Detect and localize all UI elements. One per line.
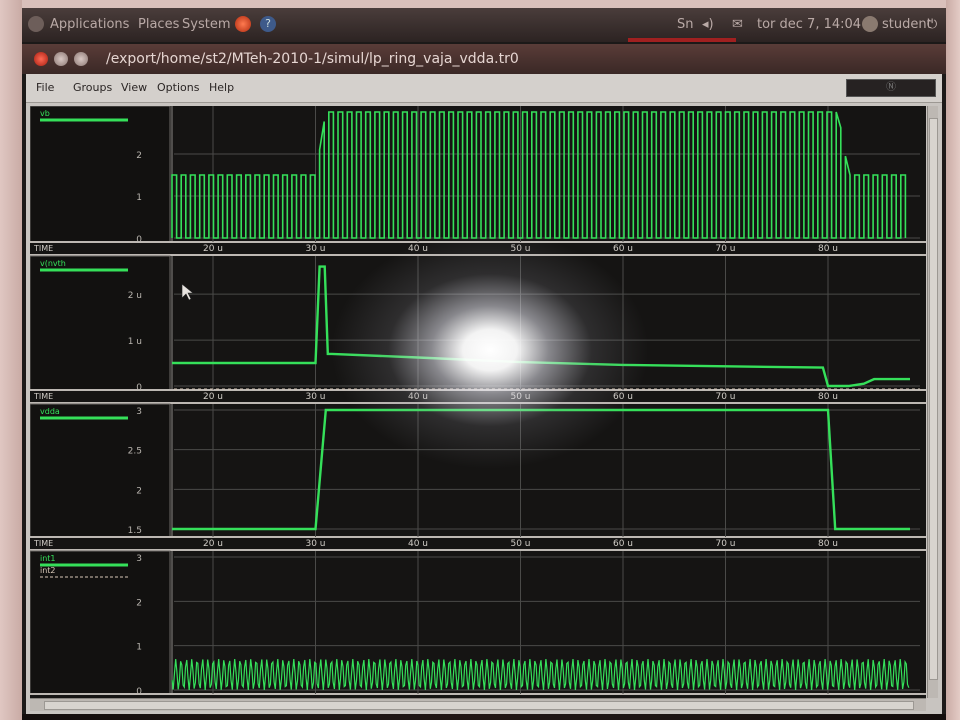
x-tick-label: 70 u: [715, 392, 735, 402]
window-title: /export/home/st2/MTeh-2010-1/simul/lp_ri…: [106, 51, 519, 67]
x-tick-label: 50 u: [510, 392, 530, 402]
x-tick-label: 20 u: [203, 392, 223, 402]
window-titlebar[interactable]: /export/home/st2/MTeh-2010-1/simul/lp_ri…: [22, 44, 946, 74]
waveform-svg: 2 1 0 vb TIME 20 u 30 u 40 u 50 u 60 u 70 u 80 u 2 u…: [30, 106, 926, 697]
trace-vb: [171, 111, 907, 239]
x-tick-label: 50 u: [510, 539, 530, 549]
y-tick-label: 0: [136, 235, 142, 245]
legend-label: vdda: [40, 407, 60, 416]
y-tick-label: 2 u: [128, 291, 142, 301]
menubar: File Groups View Options Help Ⓝ: [26, 74, 942, 103]
trace-int1: [171, 658, 910, 691]
close-button[interactable]: [34, 52, 48, 66]
x-tick-label: 30 u: [305, 539, 325, 549]
x-tick-label: 50 u: [510, 244, 530, 254]
horizontal-scroll-thumb[interactable]: [44, 701, 914, 710]
power-icon[interactable]: ⏻: [927, 17, 937, 32]
menu-options[interactable]: Options: [157, 81, 199, 94]
maximize-button[interactable]: [74, 52, 88, 66]
y-tick-label: 1: [136, 643, 142, 653]
x-tick-label: 30 u: [305, 244, 325, 254]
waveform-viewer-window: File Groups View Options Help Ⓝ 2 1 0 vb TIM…: [26, 74, 942, 714]
vertical-scrollbar[interactable]: [927, 106, 938, 698]
x-tick-label: 70 u: [715, 244, 735, 254]
menu-help[interactable]: Help: [209, 81, 234, 94]
x-tick-label: 60 u: [613, 392, 633, 402]
x-tick-label: 40 u: [408, 392, 428, 402]
user-icon: [862, 16, 878, 32]
axis-label-time: TIME: [33, 539, 53, 548]
menu-file[interactable]: File: [36, 81, 54, 94]
x-tick-label: 30 u: [305, 392, 325, 402]
volume-icon[interactable]: ◂): [702, 17, 714, 32]
y-tick-label: 2.5: [128, 447, 142, 457]
monitor-bezel-left: [0, 0, 22, 720]
gnome-foot-icon[interactable]: [28, 16, 44, 32]
legend-box: [30, 403, 171, 538]
trace-vnvth: [172, 265, 910, 388]
y-tick-label: 0: [136, 687, 142, 697]
minimize-button[interactable]: [54, 52, 68, 66]
x-tick-label: 60 u: [613, 539, 633, 549]
clock[interactable]: tor dec 7, 14:04: [757, 17, 861, 32]
x-tick-label: 20 u: [203, 244, 223, 254]
y-tick-label: 2: [136, 598, 142, 608]
menu-places[interactable]: Places: [138, 17, 179, 32]
mail-icon[interactable]: ✉: [732, 17, 743, 32]
waveform-plot-area[interactable]: 2 1 0 vb TIME 20 u 30 u 40 u 50 u 60 u 70 u 80 u 2 u…: [30, 106, 926, 698]
y-tick-label: 1 u: [128, 337, 142, 347]
x-tick-label: 80 u: [818, 392, 838, 402]
legend-label: v(nvth: [40, 259, 66, 268]
menu-view[interactable]: View: [121, 81, 147, 94]
monitor-bezel-top: [0, 0, 960, 8]
x-tick-label: 40 u: [408, 539, 428, 549]
screen: Applications Places System ? Sn ◂) ✉ tor…: [22, 8, 946, 714]
menu-groups[interactable]: Groups: [73, 81, 112, 94]
x-tick-label: 70 u: [715, 539, 735, 549]
y-tick-label: 3: [136, 407, 142, 417]
legend-box: [30, 106, 171, 243]
vertical-scroll-thumb[interactable]: [929, 118, 938, 680]
toolbar-button[interactable]: Ⓝ: [846, 79, 936, 97]
axis-label-time: TIME: [33, 392, 53, 401]
monitor-bezel-right: [946, 0, 960, 720]
y-tick-label: 0: [136, 383, 142, 393]
y-tick-label: 1: [136, 193, 142, 203]
y-tick-label: 2: [136, 151, 142, 161]
horizontal-scrollbar[interactable]: [30, 698, 926, 711]
legend-label: int1: [40, 554, 56, 563]
user-name[interactable]: student: [882, 17, 932, 32]
top-panel: Applications Places System ? Sn ◂) ✉ tor…: [22, 8, 946, 42]
y-tick-label: 3: [136, 554, 142, 564]
x-tick-label: 20 u: [203, 539, 223, 549]
legend-box: [30, 255, 171, 391]
x-tick-label: 40 u: [408, 244, 428, 254]
y-tick-label: 2: [136, 486, 142, 496]
menu-system[interactable]: System: [182, 17, 230, 32]
trace-vdda: [172, 408, 910, 531]
mouse-cursor-icon: [181, 283, 194, 301]
x-tick-label: 80 u: [818, 244, 838, 254]
menu-applications[interactable]: Applications: [50, 17, 129, 32]
panel-red-indicator: [628, 38, 736, 42]
help-icon[interactable]: ?: [260, 16, 276, 32]
y-tick-label: 1.5: [128, 526, 142, 536]
legend-label: int2: [40, 566, 56, 575]
legend-label: vb: [40, 109, 50, 118]
x-tick-label: 80 u: [818, 539, 838, 549]
browser-icon[interactable]: [235, 16, 251, 32]
x-tick-label: 60 u: [613, 244, 633, 254]
axis-label-time: TIME: [33, 244, 53, 253]
keyboard-layout[interactable]: Sn: [677, 17, 694, 32]
